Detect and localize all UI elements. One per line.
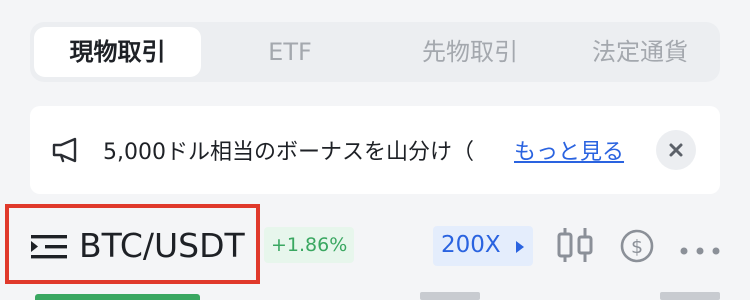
caret-right-icon [516, 241, 524, 253]
megaphone-icon [50, 136, 82, 164]
price-change-badge: +1.86% [264, 227, 355, 263]
tab-futures[interactable]: 先物取引 [390, 27, 550, 77]
see-more-link[interactable]: もっと見る [514, 134, 624, 166]
leverage-label: 200X [441, 232, 501, 258]
svg-text:$: $ [631, 236, 643, 258]
tab-spot[interactable]: 現物取引 [34, 27, 201, 77]
close-banner-button[interactable] [656, 130, 696, 170]
promo-text: 5,000ドル相当のボーナスを山分け（ [103, 140, 474, 165]
tab-fiat[interactable]: 法定通貨 [565, 27, 715, 77]
faded-label [420, 292, 480, 300]
candlestick-chart-icon[interactable] [556, 228, 594, 266]
pair-selector[interactable]: BTC/USDT [5, 204, 260, 284]
tab-etf[interactable]: ETF [220, 27, 360, 77]
dollar-icon[interactable]: $ [620, 229, 654, 267]
close-icon [669, 143, 683, 157]
promo-banner: 5,000ドル相当のボーナスを山分け（ もっと見る [30, 106, 720, 194]
pair-name: BTC/USDT [79, 226, 245, 265]
more-icon[interactable] [680, 240, 720, 259]
list-menu-icon [31, 234, 67, 264]
price-bar [35, 294, 200, 300]
leverage-button[interactable]: 200X [433, 226, 533, 266]
trade-type-tabs: 現物取引 ETF 先物取引 法定通貨 [30, 22, 720, 82]
faded-label [660, 292, 720, 300]
